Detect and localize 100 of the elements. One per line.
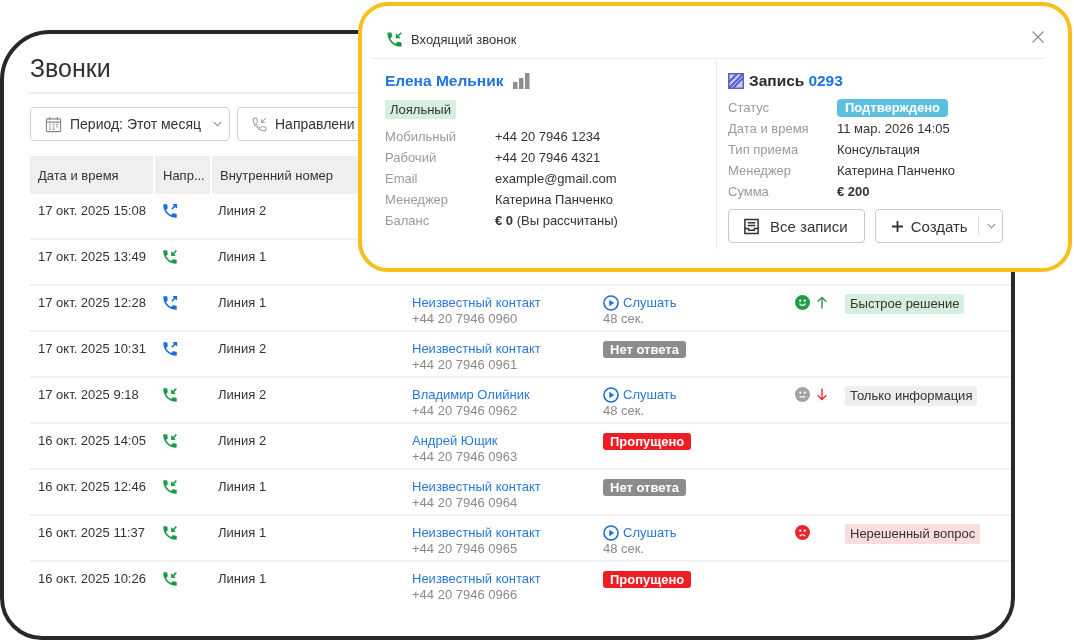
contact-name-link[interactable]: Елена Мельник <box>385 72 504 90</box>
field-value: Катерина Панченко <box>837 162 956 180</box>
close-button[interactable] <box>1032 30 1044 43</box>
field-label: Сумма <box>728 183 770 201</box>
page-title: Звонки <box>30 53 111 84</box>
caret-down-icon <box>986 223 996 229</box>
status-badge: Нет ответа <box>603 479 686 496</box>
field-label: Тип приема <box>728 141 800 159</box>
contact-link[interactable]: Неизвестный контакт <box>412 295 541 311</box>
column-header: Напр... <box>153 156 210 194</box>
play-icon <box>603 525 619 541</box>
arrow-down-icon <box>816 387 828 402</box>
incoming-call-icon <box>161 432 179 450</box>
play-icon <box>603 387 619 403</box>
field-value: € 200 <box>837 183 871 201</box>
call-tag: Только информация <box>845 386 978 406</box>
date-time-text: 16 окт. 2025 10:26 <box>38 571 146 586</box>
line-text: Линия 2 <box>218 387 267 402</box>
contact-link[interactable]: Неизвестный контакт <box>412 571 541 587</box>
calendar-icon <box>45 115 62 133</box>
column-header: Внутренний номер <box>210 156 356 194</box>
line-text: Линия 2 <box>218 203 267 218</box>
filter-button[interactable]: Период: Этот месяц <box>30 107 230 141</box>
field-value: 11 мар. 2026 14:05 <box>837 120 951 138</box>
date-time-text: 17 окт. 2025 12:28 <box>38 295 146 310</box>
date-time-text: 17 окт. 2025 9:18 <box>38 387 139 402</box>
field-label: Статус <box>728 99 771 117</box>
field-label: Email <box>385 170 419 188</box>
date-time-text: 16 окт. 2025 12:46 <box>38 479 146 494</box>
line-text: Линия 1 <box>218 479 267 494</box>
outgoing-call-icon <box>161 294 179 312</box>
status-badge: Нет ответа <box>603 341 686 358</box>
contact-link[interactable]: Неизвестный контакт <box>412 341 541 357</box>
neutral-face-icon <box>795 387 810 402</box>
incoming-call-icon <box>161 570 179 588</box>
column-header: Дата и время <box>30 156 153 194</box>
field-value: Консультация <box>837 141 921 159</box>
phone-number-text: +44 20 7946 0966 <box>412 587 518 603</box>
date-time-text: 16 окт. 2025 11:37 <box>38 525 145 540</box>
phone-number-text: +44 20 7946 0965 <box>412 541 518 557</box>
field-value: +44 20 7946 4321 <box>495 149 602 167</box>
chevron-down-icon <box>213 121 222 127</box>
phone-number-text: +44 20 7946 0964 <box>412 495 518 511</box>
play-icon <box>603 295 619 311</box>
field-label: Мобильный <box>385 128 458 146</box>
incoming-call-icon <box>161 248 179 266</box>
record-number-link[interactable]: 0293 <box>808 72 843 90</box>
listen-link[interactable]: Слушать <box>603 387 677 403</box>
create-button[interactable]: Создать <box>874 209 1003 243</box>
field-value: Катерина Панченко <box>495 191 615 209</box>
arrow-up-icon <box>816 295 828 310</box>
date-time-text: 16 окт. 2025 14:05 <box>38 433 146 448</box>
duration-text: 48 сек. <box>603 311 645 327</box>
field-label: Менеджер <box>728 162 793 180</box>
field-value: +44 20 7946 1234 <box>495 128 602 146</box>
negative-face-icon <box>795 525 810 540</box>
line-text: Линия 1 <box>218 249 267 264</box>
line-text: Линия 1 <box>218 525 267 540</box>
field-value: example@gmail.com <box>495 170 618 188</box>
contact-link[interactable]: Андрей Ющик <box>412 433 498 449</box>
date-time-text: 17 окт. 2025 13:49 <box>38 249 146 264</box>
signal-bars-icon <box>513 73 531 89</box>
phone-number-text: +44 20 7946 0961 <box>412 357 518 373</box>
contact-link[interactable]: Владимир Олийник <box>412 387 530 403</box>
close-icon <box>1032 30 1044 43</box>
positive-face-icon <box>795 295 810 310</box>
contact-link[interactable]: Неизвестный контакт <box>412 479 541 495</box>
date-time-text: 17 окт. 2025 10:31 <box>38 341 146 356</box>
field-value: € 0 (Вы рассчитаны) <box>495 212 618 230</box>
field-label: Дата и время <box>728 120 810 138</box>
line-text: Линия 1 <box>218 571 267 586</box>
line-text: Линия 2 <box>218 433 267 448</box>
line-text: Линия 2 <box>218 341 267 356</box>
incoming-call-icon <box>161 478 179 496</box>
popup-title: Входящий звонок <box>411 31 517 47</box>
listen-link[interactable]: Слушать <box>603 295 677 311</box>
status-badge: Пропущено <box>603 433 692 450</box>
duration-text: 48 сек. <box>603 541 645 557</box>
tray-icon <box>743 217 760 235</box>
phone-icon <box>251 115 268 133</box>
call-tag: Нерешенный вопрос <box>845 524 981 544</box>
phone-number-text: +44 20 7946 0962 <box>412 403 518 419</box>
outgoing-call-icon <box>161 340 179 358</box>
incoming-call-icon <box>385 29 404 49</box>
incoming-call-icon <box>161 386 179 404</box>
phone-number-text: +44 20 7946 0960 <box>412 311 518 327</box>
field-label: Менеджер <box>385 191 450 209</box>
all-records-button[interactable]: Все записи <box>728 209 865 243</box>
line-text: Линия 1 <box>218 295 267 310</box>
field-label: Баланс <box>385 212 431 230</box>
customer-status-tag: Лояльный <box>385 100 456 119</box>
listen-link[interactable]: Слушать <box>603 525 677 541</box>
contact-link[interactable]: Неизвестный контакт <box>412 525 541 541</box>
incoming-call-icon <box>161 524 179 542</box>
striped-square-icon <box>728 73 744 89</box>
plus-icon <box>891 220 903 232</box>
status-badge: Подтверждено <box>837 98 949 117</box>
record-title: Запись <box>749 72 805 90</box>
duration-text: 48 сек. <box>603 403 645 419</box>
phone-number-text: +44 20 7946 0963 <box>412 449 518 465</box>
